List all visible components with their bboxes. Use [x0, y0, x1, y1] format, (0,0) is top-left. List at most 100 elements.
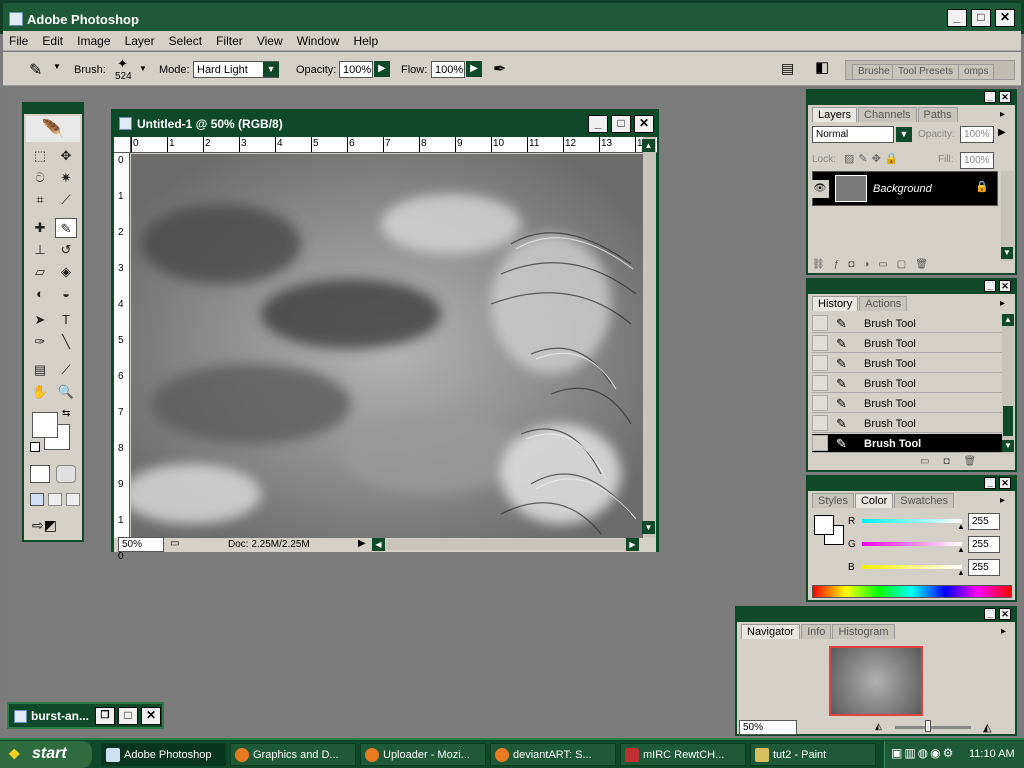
- tab-actions[interactable]: Actions: [859, 296, 908, 311]
- flow-slider-icon[interactable]: ▶: [466, 61, 482, 77]
- default-colors-icon[interactable]: [30, 442, 40, 452]
- layers-scroll-down-icon[interactable]: ▼: [1001, 247, 1013, 259]
- min-close-button[interactable]: ✕: [141, 707, 161, 725]
- full-screen-menu-mode-icon[interactable]: [48, 493, 62, 506]
- r-slider-thumb-icon[interactable]: ▲: [957, 522, 965, 531]
- layers-minimize-button[interactable]: _: [984, 91, 996, 103]
- menu-edit[interactable]: Edit: [36, 31, 68, 48]
- type-tool-icon[interactable]: T: [55, 310, 77, 330]
- task-paint[interactable]: tut2 - Paint: [750, 743, 876, 766]
- opacity-input[interactable]: 100%: [339, 61, 373, 78]
- pen-tool-icon[interactable]: ✑: [29, 332, 51, 352]
- navigator-zoom-slider[interactable]: [895, 726, 971, 729]
- history-item[interactable]: ✎ Brush Tool: [812, 394, 1002, 413]
- min-maximize-button[interactable]: □: [118, 707, 138, 725]
- tab-history[interactable]: History: [812, 296, 859, 311]
- airbrush-icon[interactable]: ✒: [493, 59, 506, 79]
- history-item[interactable]: ✎ Brush Tool: [812, 374, 1002, 393]
- palette-well-icon[interactable]: ◧: [815, 58, 829, 76]
- history-scroll-down-icon[interactable]: ▼: [1002, 440, 1014, 452]
- history-source-checkbox[interactable]: [812, 435, 828, 451]
- history-item-active[interactable]: ✎ Brush Tool: [812, 434, 1002, 453]
- healing-brush-tool-icon[interactable]: ✚: [29, 218, 51, 238]
- document-title-bar[interactable]: Untitled-1 @ 50% (RGB/8) _ □ ✕: [114, 112, 656, 137]
- quick-mask-mode-icon[interactable]: [56, 465, 76, 483]
- r-input[interactable]: 255: [968, 513, 1000, 530]
- tab-paths[interactable]: Paths: [917, 107, 958, 122]
- b-slider-thumb-icon[interactable]: ▲: [957, 568, 965, 577]
- task-firefox-graphics[interactable]: Graphics and D...: [230, 743, 356, 766]
- preset-dropdown-arrow-icon[interactable]: ▼: [53, 62, 61, 71]
- menu-layer[interactable]: Layer: [119, 31, 160, 48]
- menu-window[interactable]: Window: [291, 31, 345, 48]
- color-panel-header[interactable]: _ ✕: [808, 477, 1015, 491]
- menu-image[interactable]: Image: [71, 31, 115, 48]
- tab-info[interactable]: Info: [801, 624, 832, 639]
- navigator-thumbnail[interactable]: [829, 646, 923, 716]
- minimized-document-window[interactable]: burst-an... ❐ □ ✕: [7, 702, 164, 729]
- zoom-field[interactable]: 50%: [118, 537, 164, 552]
- history-scroll-thumb[interactable]: [1003, 406, 1013, 436]
- history-minimize-button[interactable]: _: [984, 280, 996, 292]
- well-tab-tool-presets[interactable]: Tool Presets: [892, 64, 960, 79]
- feather-logo-icon[interactable]: 🪶: [26, 116, 80, 142]
- layer-opacity-input[interactable]: 100%: [960, 126, 994, 143]
- status-menu-arrow-icon[interactable]: ▶: [358, 538, 366, 549]
- brush-tool-icon[interactable]: ✎: [55, 218, 77, 238]
- color-ramp[interactable]: [812, 585, 1012, 598]
- task-firefox-deviantart[interactable]: deviantART: S...: [490, 743, 616, 766]
- b-input[interactable]: 255: [968, 559, 1000, 576]
- tab-styles[interactable]: Styles: [812, 493, 854, 508]
- doc-close-button[interactable]: ✕: [634, 115, 654, 133]
- navigator-close-button[interactable]: ✕: [999, 608, 1011, 620]
- history-item[interactable]: ✎ Brush Tool: [812, 334, 1002, 353]
- navigator-menu-icon[interactable]: ▸: [1001, 626, 1006, 637]
- file-browser-icon[interactable]: ▤: [781, 60, 794, 77]
- r-slider[interactable]: [862, 519, 962, 523]
- dodge-tool-icon[interactable]: ◒: [55, 284, 77, 304]
- tab-histogram[interactable]: Histogram: [832, 624, 895, 639]
- tab-layers[interactable]: Layers: [812, 107, 858, 122]
- image-canvas[interactable]: [131, 154, 643, 538]
- foreground-color-swatch[interactable]: [32, 412, 58, 438]
- history-source-checkbox[interactable]: [812, 395, 828, 411]
- task-photoshop[interactable]: Adobe Photoshop: [101, 743, 226, 766]
- menu-select[interactable]: Select: [163, 31, 207, 48]
- eraser-tool-icon[interactable]: ▱: [29, 262, 51, 282]
- fill-input[interactable]: 100%: [960, 152, 994, 169]
- menu-file[interactable]: File: [3, 31, 33, 48]
- lasso-tool-icon[interactable]: ට: [29, 168, 51, 188]
- path-selection-tool-icon[interactable]: ➤: [29, 310, 51, 330]
- close-button[interactable]: ✕: [995, 9, 1015, 27]
- layers-panel-header[interactable]: _ ✕: [808, 91, 1015, 105]
- app-title-bar[interactable]: Adobe Photoshop _ □ ✕: [0, 0, 1024, 34]
- menu-view[interactable]: View: [251, 31, 288, 48]
- zoom-tool-icon[interactable]: 🔍: [55, 382, 77, 402]
- color-close-button[interactable]: ✕: [999, 477, 1011, 489]
- brush-preview-icon[interactable]: ✦: [117, 56, 128, 72]
- history-source-checkbox[interactable]: [812, 415, 828, 431]
- history-source-checkbox[interactable]: [812, 355, 828, 371]
- tab-navigator[interactable]: Navigator: [741, 624, 801, 639]
- layers-scrollbar[interactable]: ▼: [1001, 171, 1014, 261]
- scroll-up-icon[interactable]: ▲: [642, 139, 655, 152]
- clone-stamp-tool-icon[interactable]: ⊥: [29, 240, 51, 260]
- horizontal-scrollbar[interactable]: [386, 539, 626, 550]
- minimize-button[interactable]: _: [947, 9, 967, 27]
- history-scrollbar[interactable]: ▲ ▼: [1002, 314, 1014, 454]
- jump-to-imageready-icon[interactable]: ⇨◩: [32, 517, 74, 535]
- b-slider[interactable]: [862, 565, 962, 569]
- paint-bucket-tool-icon[interactable]: ◈: [55, 262, 77, 282]
- history-item[interactable]: ✎ Brush Tool: [812, 354, 1002, 373]
- crop-tool-icon[interactable]: ⌗: [29, 190, 51, 210]
- scroll-right-icon[interactable]: ▶: [626, 538, 639, 551]
- standard-mode-icon[interactable]: [30, 465, 50, 483]
- history-brush-tool-icon[interactable]: ↺: [55, 240, 77, 260]
- scroll-down-icon[interactable]: ▼: [642, 521, 655, 534]
- notes-tool-icon[interactable]: ▤: [29, 360, 51, 380]
- slice-tool-icon[interactable]: ⟋: [55, 190, 77, 210]
- min-restore-button[interactable]: ❐: [95, 707, 115, 725]
- magic-wand-tool-icon[interactable]: ✷: [55, 168, 77, 188]
- navigator-zoom-field[interactable]: 50%: [739, 720, 797, 735]
- g-slider[interactable]: [862, 542, 962, 546]
